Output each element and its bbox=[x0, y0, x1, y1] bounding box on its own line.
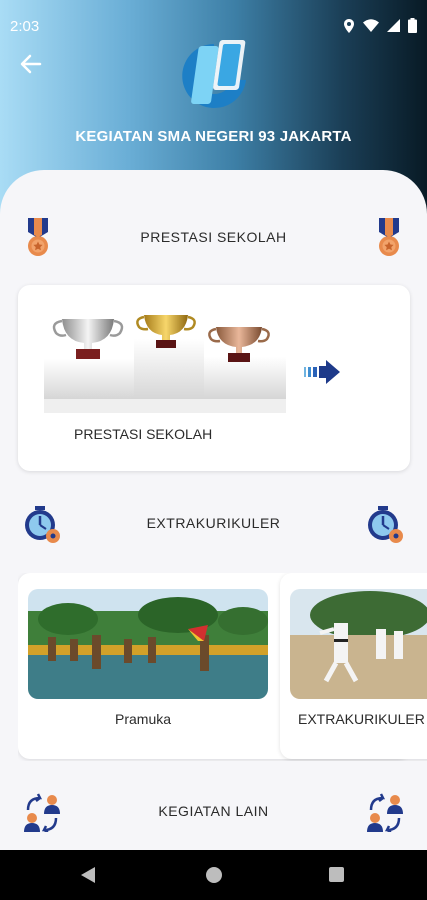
ekskul-card-extrakurikuler[interactable]: EXTRAKURIKULER bbox=[280, 573, 427, 759]
ekskul-scroll-row[interactable]: Pramuka EXTRAKURIKULER bbox=[18, 573, 427, 761]
status-icons bbox=[343, 18, 417, 33]
stopwatch-icon bbox=[365, 504, 405, 549]
wifi-icon bbox=[363, 19, 379, 32]
karate-image bbox=[290, 589, 427, 699]
arrow-right-icon bbox=[304, 360, 340, 384]
signal-icon bbox=[387, 19, 400, 32]
nav-back-icon[interactable] bbox=[80, 866, 96, 889]
section-prestasi-header: PRESTASI SEKOLAH bbox=[0, 212, 427, 262]
main-content: PRESTASI SEKOLAH PRESTASI SEKOLAH EXTRAK… bbox=[0, 170, 427, 850]
school-logo-icon bbox=[176, 38, 252, 112]
prestasi-card[interactable]: PRESTASI SEKOLAH bbox=[18, 285, 410, 471]
page-title: KEGIATAN SMA NEGERI 93 JAKARTA bbox=[75, 128, 352, 145]
nav-recents-icon[interactable] bbox=[329, 867, 344, 882]
extrakurikuler-caption: EXTRAKURIKULER bbox=[298, 711, 425, 727]
trophies-image bbox=[44, 313, 286, 413]
back-button[interactable] bbox=[16, 50, 46, 78]
prestasi-next-button[interactable] bbox=[304, 357, 344, 387]
people-exchange-icon bbox=[365, 792, 405, 837]
location-icon bbox=[344, 18, 354, 33]
section-kegiatan-lain-label: KEGIATAN LAIN bbox=[158, 803, 269, 819]
section-prestasi-label: PRESTASI SEKOLAH bbox=[140, 229, 287, 245]
nav-home-icon[interactable] bbox=[206, 867, 222, 883]
medal-icon bbox=[373, 218, 405, 263]
section-ekskul-label: EXTRAKURIKULER bbox=[146, 515, 281, 531]
prestasi-card-caption: PRESTASI SEKOLAH bbox=[74, 426, 213, 442]
system-nav-bar bbox=[0, 850, 427, 900]
section-kegiatan-lain-header: KEGIATAN LAIN bbox=[0, 786, 427, 836]
pramuka-image bbox=[28, 589, 268, 699]
pramuka-caption: Pramuka bbox=[115, 711, 172, 727]
section-ekskul-header: EXTRAKURIKULER bbox=[0, 498, 427, 548]
battery-icon bbox=[408, 18, 417, 33]
arrow-left-icon bbox=[20, 54, 42, 74]
status-time: 2:03 bbox=[10, 18, 40, 35]
